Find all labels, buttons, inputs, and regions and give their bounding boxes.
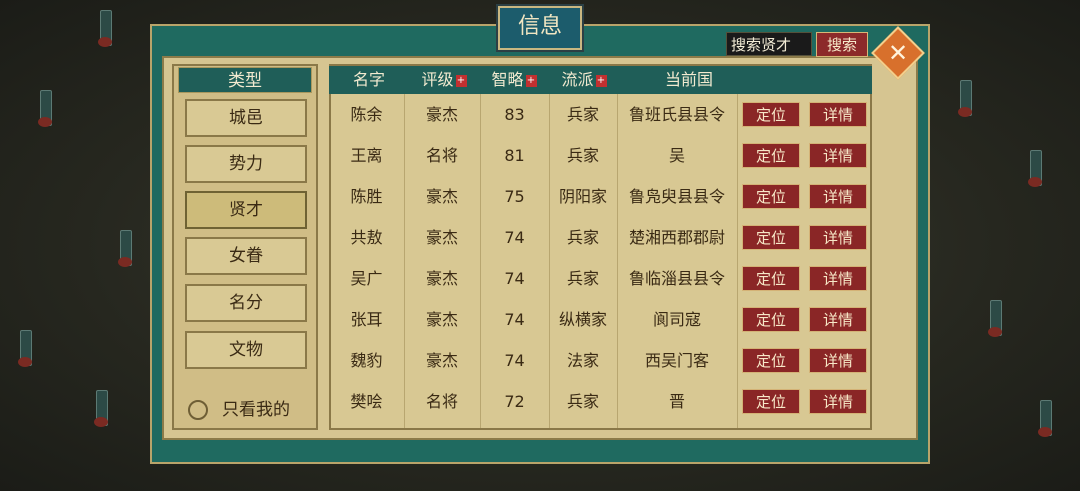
map-marker: [118, 230, 132, 267]
column-rank[interactable]: 评级 +: [409, 66, 479, 94]
category-faction[interactable]: 势力: [185, 145, 307, 183]
cell-wisdom: 83: [504, 105, 525, 124]
column-location: 当前国: [664, 70, 713, 89]
locate-button[interactable]: 定位: [742, 184, 800, 209]
cell-wisdom: 74: [504, 310, 525, 329]
sort-icon[interactable]: +: [595, 74, 607, 87]
locate-button[interactable]: 定位: [742, 389, 800, 414]
cell-rank: 豪杰: [425, 228, 458, 247]
category-artifact[interactable]: 文物: [185, 331, 307, 369]
cell-name: 共敖: [350, 228, 383, 247]
cell-rank: 名将: [425, 392, 458, 411]
locate-button[interactable]: 定位: [742, 102, 800, 127]
column-name: 名字: [352, 70, 385, 89]
column-wisdom[interactable]: 智略 +: [479, 66, 549, 94]
cell-location: 鲁班氏县县令: [628, 105, 725, 124]
category-title[interactable]: 名分: [185, 284, 307, 322]
close-icon: ✕: [887, 39, 909, 67]
cell-name: 张耳: [350, 310, 383, 329]
column-wisdom-label: 智略: [491, 70, 524, 89]
category-city[interactable]: 城邑: [185, 99, 307, 137]
search-button[interactable]: 搜索: [816, 32, 868, 57]
cell-rank: 名将: [425, 146, 458, 165]
cell-rank: 豪杰: [425, 310, 458, 329]
cell-location: 吴: [668, 146, 685, 165]
cell-name: 陈胜: [350, 187, 383, 206]
map-marker: [1038, 400, 1052, 437]
locate-button[interactable]: 定位: [742, 307, 800, 332]
sort-icon[interactable]: +: [525, 74, 537, 87]
column-school[interactable]: 流派 +: [549, 66, 619, 94]
cell-school: 法家: [566, 351, 599, 370]
category-header: 类型: [178, 67, 312, 93]
cell-school: 兵家: [566, 228, 599, 247]
cell-rank: 豪杰: [425, 351, 458, 370]
column-rank-label: 评级: [421, 70, 454, 89]
map-marker: [1028, 150, 1042, 187]
cell-location: 鲁临淄县县令: [628, 269, 725, 288]
cell-wisdom: 81: [504, 146, 525, 165]
table-row: 陈胜 豪杰 75 阴阳家 鲁凫臾县县令 定位 详情: [329, 176, 872, 217]
cell-school: 兵家: [566, 105, 599, 124]
cell-wisdom: 74: [504, 269, 525, 288]
cell-rank: 豪杰: [425, 269, 458, 288]
map-marker: [958, 80, 972, 117]
locate-button[interactable]: 定位: [742, 225, 800, 250]
locate-button[interactable]: 定位: [742, 266, 800, 291]
table-row: 张耳 豪杰 74 纵横家 阆司寇 定位 详情: [329, 299, 872, 340]
cell-name: 魏豹: [350, 351, 383, 370]
table-row: 吴广 豪杰 74 兵家 鲁临淄县县令 定位 详情: [329, 258, 872, 299]
cell-location: 阆司寇: [652, 310, 701, 329]
cell-wisdom: 74: [504, 228, 525, 247]
map-marker: [988, 300, 1002, 337]
table-row: 陈余 豪杰 83 兵家 鲁班氏县县令 定位 详情: [329, 94, 872, 135]
cell-school: 兵家: [566, 392, 599, 411]
details-button[interactable]: 详情: [809, 102, 867, 127]
radio-icon[interactable]: [188, 400, 208, 420]
cell-location: 西吴门客: [644, 351, 709, 370]
cell-school: 阴阳家: [558, 187, 607, 206]
only-mine-toggle[interactable]: 只看我的: [172, 390, 318, 430]
table-header: 名字 评级 + 智略 + 流派 + 当前国: [329, 66, 872, 94]
cell-name: 王离: [350, 146, 383, 165]
category-talent[interactable]: 贤才: [185, 191, 307, 229]
cell-location: 晋: [668, 392, 685, 411]
map-marker: [18, 330, 32, 367]
details-button[interactable]: 详情: [809, 184, 867, 209]
search-input[interactable]: 搜索贤才: [726, 32, 812, 56]
cell-wisdom: 75: [504, 187, 525, 206]
table-row: 樊哙 名将 72 兵家 晋 定位 详情: [329, 381, 872, 422]
locate-button[interactable]: 定位: [742, 143, 800, 168]
table-row: 王离 名将 81 兵家 吴 定位 详情: [329, 135, 872, 176]
cell-wisdom: 72: [504, 392, 525, 411]
category-women[interactable]: 女眷: [185, 237, 307, 275]
details-button[interactable]: 详情: [809, 266, 867, 291]
locate-button[interactable]: 定位: [742, 348, 800, 373]
cell-location: 楚湘西郡郡尉: [628, 228, 725, 247]
details-button[interactable]: 详情: [809, 307, 867, 332]
cell-rank: 豪杰: [425, 105, 458, 124]
cell-location: 鲁凫臾县县令: [628, 187, 725, 206]
cell-name: 樊哙: [350, 392, 383, 411]
cell-school: 兵家: [566, 146, 599, 165]
details-button[interactable]: 详情: [809, 389, 867, 414]
details-button[interactable]: 详情: [809, 348, 867, 373]
cell-school: 纵横家: [558, 310, 607, 329]
cell-rank: 豪杰: [425, 187, 458, 206]
cell-wisdom: 74: [504, 351, 525, 370]
table-row: 魏豹 豪杰 74 法家 西吴门客 定位 详情: [329, 340, 872, 381]
cell-name: 吴广: [350, 269, 383, 288]
cell-school: 兵家: [566, 269, 599, 288]
map-marker: [98, 10, 112, 47]
cell-name: 陈余: [350, 105, 383, 124]
sort-icon[interactable]: +: [455, 74, 467, 87]
details-button[interactable]: 详情: [809, 225, 867, 250]
only-mine-label: 只看我的: [222, 400, 290, 420]
column-school-label: 流派: [561, 70, 594, 89]
map-marker: [94, 390, 108, 427]
window-title: 信息: [498, 6, 582, 50]
table-row: 共敖 豪杰 74 兵家 楚湘西郡郡尉 定位 详情: [329, 217, 872, 258]
map-marker: [38, 90, 52, 127]
details-button[interactable]: 详情: [809, 143, 867, 168]
